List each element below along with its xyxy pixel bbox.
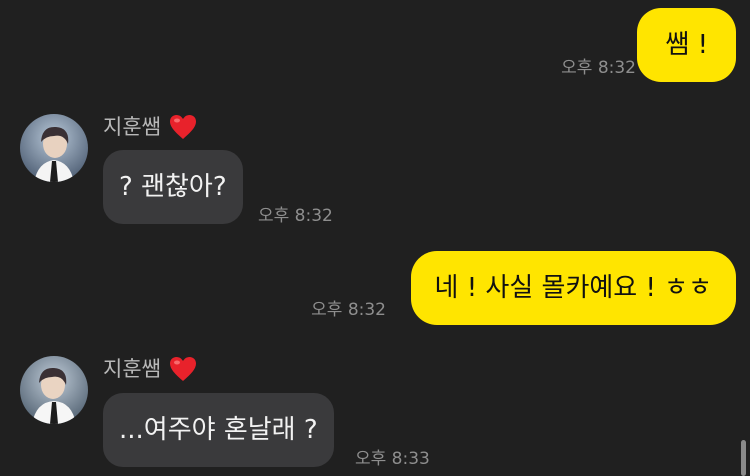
scrollbar-thumb[interactable] [741,440,746,476]
sender-label: 지훈쌤 [103,114,197,140]
message-timestamp: 오후 8:32 [561,58,636,78]
message-text: 네 ! 사실 몰카예요 ! ㅎㅎ [434,273,712,303]
message-text: ...여주야 혼날래 ? [119,415,318,445]
partner-message-bubble[interactable]: ? 괜찮아? [103,150,243,224]
heart-icon [169,114,197,140]
heart-icon [169,356,197,382]
message-timestamp: 오후 8:33 [355,449,430,469]
message-timestamp: 오후 8:32 [311,300,386,320]
message-text: ? 괜찮아? [119,172,227,202]
message-text: 쌤 ! [665,30,708,60]
sender-name: 지훈쌤 [103,356,161,381]
my-message-bubble[interactable]: 네 ! 사실 몰카예요 ! ㅎㅎ [410,251,736,325]
message-timestamp: 오후 8:32 [258,206,333,226]
profile-photo [20,114,88,182]
my-message-bubble[interactable]: 쌤 ! [637,8,736,82]
sender-name: 지훈쌤 [103,114,161,139]
avatar[interactable] [20,114,88,182]
partner-message-bubble[interactable]: ...여주야 혼날래 ? [103,393,334,467]
sender-label: 지훈쌤 [103,356,197,382]
profile-photo [20,356,88,424]
avatar[interactable] [20,356,88,424]
